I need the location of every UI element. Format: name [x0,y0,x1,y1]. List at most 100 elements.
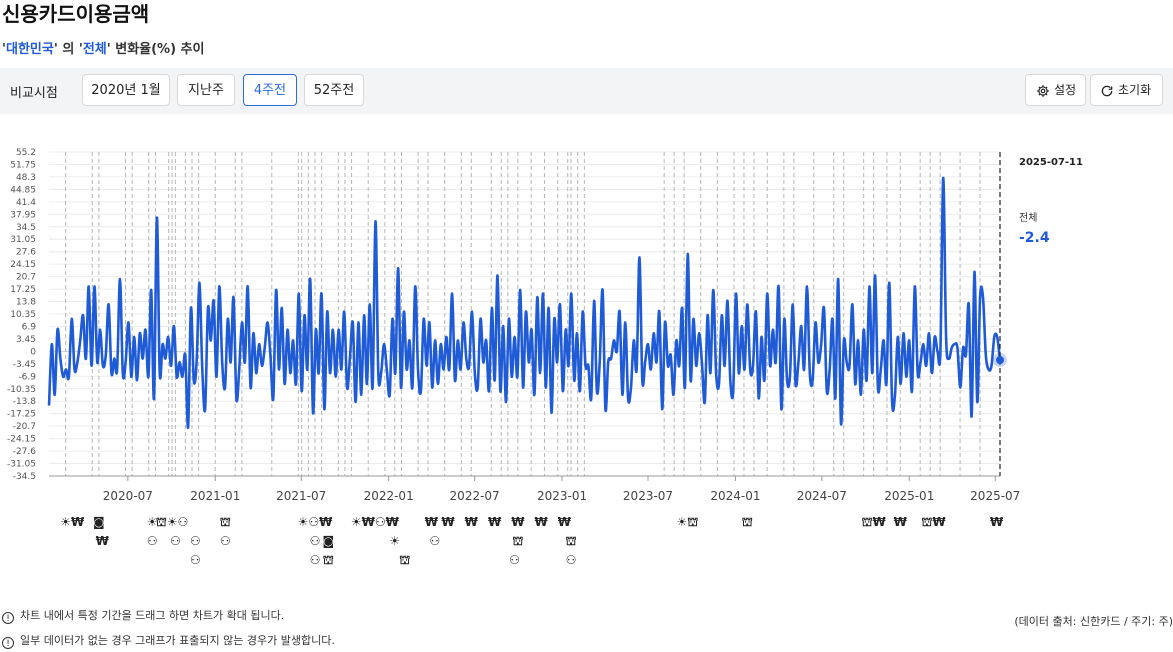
event-icon-mark: ₩ [535,515,549,529]
compare-last-week-button[interactable]: 지난주 [177,74,235,106]
line-chart[interactable]: 55.2 51.75 48.3 44.85 41.4 37.95 34.5 31.05 27.6… [0,114,1173,596]
x-tick-label: 2021-07 [276,489,326,503]
event-icon-mark: ⛫ [323,553,334,567]
y-tick-label: 31.05 [10,235,36,245]
event-icon-mark: ⚇ [509,553,520,567]
reset-label: 초기화 [1118,83,1152,97]
data-source: (데이터 출처: 신한카드 / 주기: 주) [1014,615,1173,628]
y-tick-label: -10.35 [7,385,36,395]
subtitle-region: 대한민국 [5,42,54,57]
event-icon-mark: ⚇ [147,534,158,548]
event-icon-mark: ₩ [441,515,455,529]
y-tick-label: -3.45 [13,360,36,370]
y-tick-label: 17.25 [10,285,36,295]
y-tick-label: -27.6 [13,447,37,457]
subtitle-suffix: ' 변화율(%) 추이 [106,42,205,57]
missing-data-text: 일부 데이터가 없는 경우 그래프가 표출되지 않는 경우가 발생합니다. [20,634,335,647]
y-tick-label: -17.25 [7,410,36,420]
hover-series-name: 전체 [1019,213,1038,224]
y-tick-label: 55.2 [16,148,36,158]
x-tick-label: 2020-07 [103,489,153,503]
compare-4-weeks-button[interactable]: 4주전 [243,74,297,106]
chart-subtitle: '대한민국' 의 '전체' 변화율(%) 추이 [2,38,204,57]
gear-icon [1037,84,1049,97]
x-tick-label: 2023-01 [537,489,587,503]
settings-label: 설정 [1054,83,1077,97]
subtitle-connector: ' 의 ' [53,42,83,57]
y-tick-label: 27.6 [16,248,36,258]
event-icon-mark: ⛫₩ [921,515,946,529]
y-tick-label: 13.8 [16,298,36,308]
event-icon-mark: ◙ [322,534,334,548]
info-icon: ! [2,637,14,649]
event-icon-mark: ⚇ [566,553,577,567]
y-tick-label: 48.3 [16,173,36,183]
y-tick-label: 3.45 [16,335,36,345]
hover-point [996,356,1004,365]
compare-toolbar: 비교시점 2020년 1월 지난주 4주전 52주전 설정 초기화 [0,68,1173,114]
event-icon-mark: ◙ [93,515,105,529]
event-icon-mark: ⛫ [220,515,231,529]
event-icon-mark: ⚇ [190,534,201,548]
page-title: 신용카드이용금액 [2,2,150,26]
y-tick-label: 24.15 [10,260,36,270]
y-tick-label: -31.05 [7,460,36,470]
y-tick-label: -20.7 [13,422,36,432]
event-icon-mark: ⛫₩ [862,515,887,529]
y-tick-label: 34.5 [16,223,36,233]
event-icon-mark: ₩ [465,515,479,529]
event-icon-mark: ☀₩ [60,515,85,529]
compare-2020-01-button[interactable]: 2020년 1월 [82,74,170,106]
event-icon-mark: ☀₩⚇₩ [351,515,400,529]
y-tick-label: 20.7 [16,273,36,283]
x-tick-label: 2024-07 [797,489,847,503]
event-icon-mark: ⚇ [310,553,321,567]
y-tick-label: 37.95 [10,210,36,220]
hover-series-value: -2.4 [1019,230,1050,246]
event-icon-mark: ☀⛫ [677,515,699,529]
y-tick-label: 51.75 [10,160,36,170]
event-icon-mark: ⛫ [399,553,410,567]
event-icon-mark: ₩ [894,515,908,529]
drag-zoom-text: 차트 내에서 특정 기간을 드래그 하면 차트가 확대 됩니다. [20,609,285,622]
event-icon-mark: ⛫ [566,534,577,548]
annotation-marks: ☀₩ ◙₩☀⚇⛫☀⚇⚇ ⚇⚇⛫⚇☀⚇₩⚇ ◙⚇ ⛫☀₩⚇₩☀⛫₩ ₩⚇₩ ₩ ₩⛫⚇₩ ₩⛫⚇☀… [60,515,1004,567]
missing-data-note: ! 일부 데이터가 없는 경우 그래프가 표출되지 않는 경우가 발생합니다. [2,632,335,649]
event-icon-mark: ⛫☀⚇ [156,515,189,529]
event-icon-mark: ⛫ [512,534,523,548]
event-icon-mark: ⚇ [310,534,321,548]
event-icon-mark: ☀⚇₩ [298,515,334,529]
y-tick-label: -6.9 [18,372,36,382]
y-tick-label: 44.85 [10,185,36,195]
reset-button[interactable]: 초기화 [1090,74,1163,106]
event-icon-mark: ⚇ [190,553,201,567]
y-tick-label: 6.9 [22,322,37,332]
event-icon-mark: ☀ [389,534,400,548]
hover-date: 2025-07-11 [1019,157,1083,168]
event-icon-mark: ₩ [511,515,525,529]
compare-label: 비교시점 [10,86,58,101]
y-tick-label: -24.15 [7,435,36,445]
x-tick-label: 2022-07 [450,489,500,503]
x-tick-label: 2021-01 [190,489,240,503]
event-icon-mark: ₩ [488,515,502,529]
y-axis: 55.2 51.75 48.3 44.85 41.4 37.95 34.5 31.05 27.6… [7,148,36,482]
event-icon-mark: ₩ [558,515,572,529]
refresh-icon [1101,85,1113,96]
event-icon-mark: ⚇ [170,534,181,548]
y-tick-label: 41.4 [16,198,36,208]
drag-zoom-note: ! 차트 내에서 특정 기간을 드래그 하면 차트가 확대 됩니다. [2,607,284,624]
compare-52-weeks-button[interactable]: 52주전 [304,74,364,106]
x-tick-label: 2025-01 [884,489,934,503]
x-tick-label: 2025-07 [970,489,1020,503]
y-tick-label: 0 [30,347,36,357]
info-icon: ! [2,612,14,624]
y-tick-label: -34.5 [13,472,36,482]
x-tick-label: 2023-07 [623,489,673,503]
event-icon-mark: ⛫ [742,515,753,529]
event-icon-mark: ₩ [425,515,439,529]
subtitle-category: 전체 [82,42,107,57]
settings-button[interactable]: 설정 [1025,74,1086,106]
event-icon-mark: ⚇ [220,534,231,548]
event-icon-mark: ⚇ [429,534,440,548]
